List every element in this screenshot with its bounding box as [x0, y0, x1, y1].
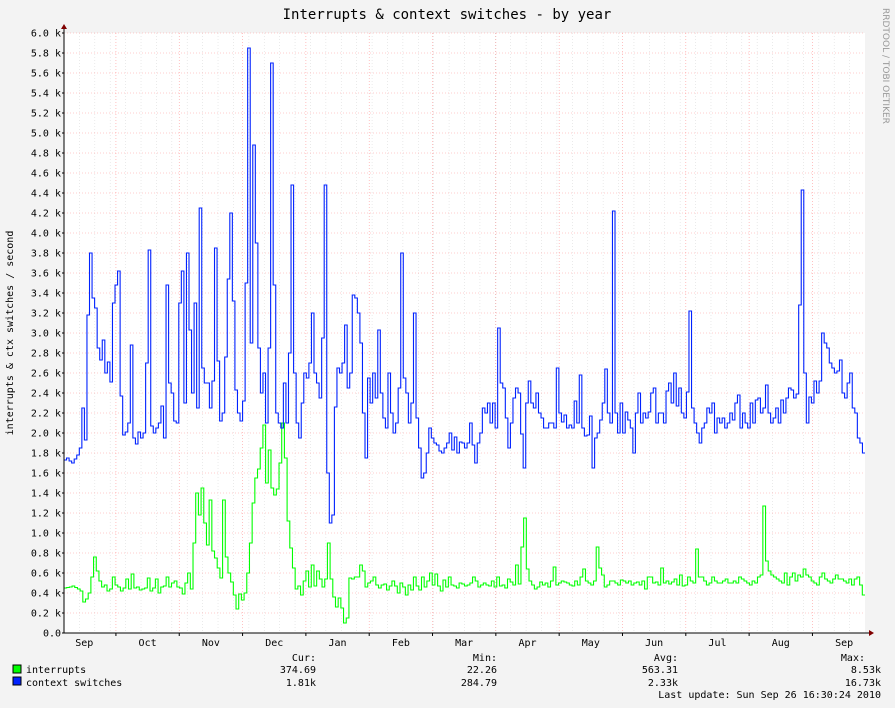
y-tick-label: 1.6 k — [31, 469, 61, 480]
legend-avg-interrupts: 563.31 — [642, 665, 678, 676]
y-tick-label: 4.8 k — [31, 149, 61, 160]
y-tick-label: 0.6 k — [31, 569, 61, 580]
x-tick-label: Apr — [518, 638, 536, 649]
rrdtool-watermark: RRDTOOL / TOBI OETIKER — [880, 8, 890, 124]
legend-max-interrupts: 8.53k — [851, 665, 881, 676]
y-tick-label: 3.8 k — [31, 249, 61, 260]
y-tick-label: 5.6 k — [31, 69, 61, 80]
y-tick-label: 3.2 k — [31, 309, 61, 320]
x-tick-label: Jul — [708, 638, 726, 649]
legend-max-context-switches: 16.73k — [845, 678, 881, 689]
y-tick-label: 4.0 k — [31, 229, 61, 240]
x-tick-label: May — [582, 638, 600, 649]
y-tick-label: 1.0 k — [31, 529, 61, 540]
legend-swatch-context-switches — [12, 676, 22, 686]
legend-label-interrupts: interrupts — [26, 665, 86, 676]
y-tick-label: 2.6 k — [31, 369, 61, 380]
legend-avg-context-switches: 2.33k — [648, 678, 678, 689]
x-tick-label: Nov — [202, 638, 220, 649]
y-tick-label: 1.4 k — [31, 489, 61, 500]
x-tick-label: Mar — [455, 638, 473, 649]
y-tick-label: 1.2 k — [31, 509, 61, 520]
y-tick-label: 5.4 k — [31, 89, 61, 100]
y-tick-label: 2.8 k — [31, 349, 61, 360]
y-tick-label: 5.2 k — [31, 109, 61, 120]
y-tick-label: 3.4 k — [31, 289, 61, 300]
legend-swatch-interrupts — [12, 664, 22, 674]
legend-cur-context-switches: 1.81k — [286, 678, 316, 689]
x-tick-label: Dec — [265, 638, 283, 649]
y-tick-label: 0.2 k — [31, 609, 61, 620]
legend-header-min: Min: — [473, 653, 497, 664]
x-tick-label: Sep — [75, 638, 93, 649]
legend-min-interrupts: 22.26 — [467, 665, 497, 676]
y-tick-label: 3.6 k — [31, 269, 61, 280]
y-tick-label: 0.8 k — [31, 549, 61, 560]
y-tick-label: 4.6 k — [31, 169, 61, 180]
y-tick-label: 5.0 k — [31, 129, 61, 140]
last-update: Last update: Sun Sep 26 16:30:24 2010 — [658, 690, 881, 701]
legend-cur-interrupts: 374.69 — [280, 665, 316, 676]
x-tick-label: Feb — [392, 638, 410, 649]
y-tick-label: 4.2 k — [31, 209, 61, 220]
legend-header-avg: Avg: — [654, 653, 678, 664]
y-tick-label: 5.8 k — [31, 49, 61, 60]
y-tick-label: 3.0 k — [31, 329, 61, 340]
chart-title: Interrupts & context switches - by year — [283, 7, 612, 23]
y-tick-label: 6.0 k — [31, 29, 61, 40]
y-tick-label: 0.4 k — [31, 589, 61, 600]
y-tick-label: 1.8 k — [31, 449, 61, 460]
x-tick-label: Sep — [835, 638, 853, 649]
legend-label-context-switches: context switches — [26, 678, 122, 689]
legend-min-context-switches: 284.79 — [461, 678, 497, 689]
x-tick-label: Aug — [772, 638, 790, 649]
y-tick-label: 0.0 — [43, 629, 61, 640]
y-tick-label: 2.4 k — [31, 389, 61, 400]
legend-header-max: Max: — [841, 653, 865, 664]
y-axis-label: interrupts & ctx switches / second — [5, 231, 16, 436]
x-tick-label: Oct — [139, 638, 157, 649]
x-tick-label: Jun — [645, 638, 663, 649]
legend-header-cur: Cur: — [292, 653, 316, 664]
y-tick-label: 4.4 k — [31, 189, 61, 200]
y-tick-label: 2.2 k — [31, 409, 61, 420]
rrd-chart: Interrupts & context switches - by year … — [0, 0, 895, 708]
y-tick-label: 2.0 k — [31, 429, 61, 440]
x-tick-label: Jan — [329, 638, 347, 649]
